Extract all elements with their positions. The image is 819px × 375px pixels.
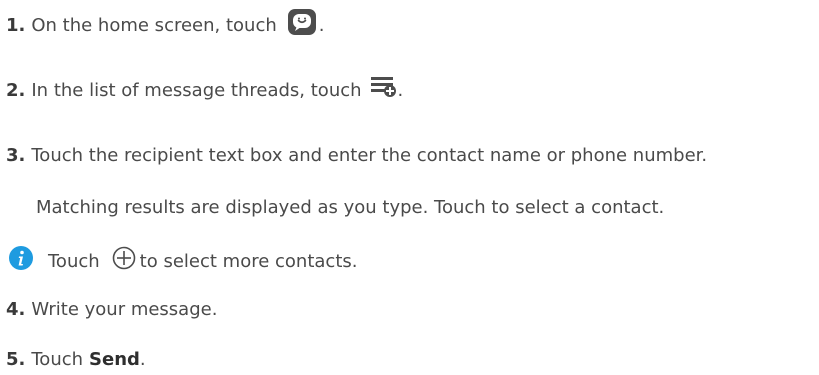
- step-text: Touch the recipient text box and enter t…: [31, 145, 708, 166]
- step-number: 1.: [6, 14, 26, 36]
- note-text-end: to select more contacts.: [139, 250, 358, 272]
- info-icon: [8, 245, 34, 278]
- step-text-end: .: [397, 79, 404, 101]
- step-number: 5.: [6, 349, 26, 370]
- step-number: 4.: [6, 299, 26, 320]
- step-3-continued: Matching results are displayed as you ty…: [36, 196, 664, 220]
- send-label: Send: [89, 349, 140, 370]
- note-tip: Touch to select more contacts.: [8, 245, 357, 278]
- step-3: 3. Touch the recipient text box and ente…: [6, 144, 707, 168]
- step-text: Write your message.: [31, 299, 218, 320]
- step-text-end: .: [139, 349, 146, 370]
- step-text: Matching results are displayed as you ty…: [36, 197, 665, 218]
- step-2: 2. In the list of message threads, touch…: [6, 76, 403, 105]
- step-number: 2.: [6, 79, 26, 101]
- step-text: On the home screen, touch: [31, 14, 277, 36]
- step-4: 4. Write your message.: [6, 298, 217, 322]
- messaging-app-icon: [287, 8, 317, 43]
- note-text: Touch: [48, 250, 100, 272]
- new-message-icon: [370, 76, 398, 105]
- step-5: 5. Touch Send .: [6, 348, 146, 372]
- step-1: 1. On the home screen, touch .: [6, 8, 324, 43]
- step-text: In the list of message threads, touch: [31, 79, 362, 101]
- add-circle-icon: [112, 246, 136, 277]
- step-text: Touch: [31, 349, 84, 370]
- step-text-end: .: [318, 14, 325, 36]
- step-number: 3.: [6, 145, 26, 166]
